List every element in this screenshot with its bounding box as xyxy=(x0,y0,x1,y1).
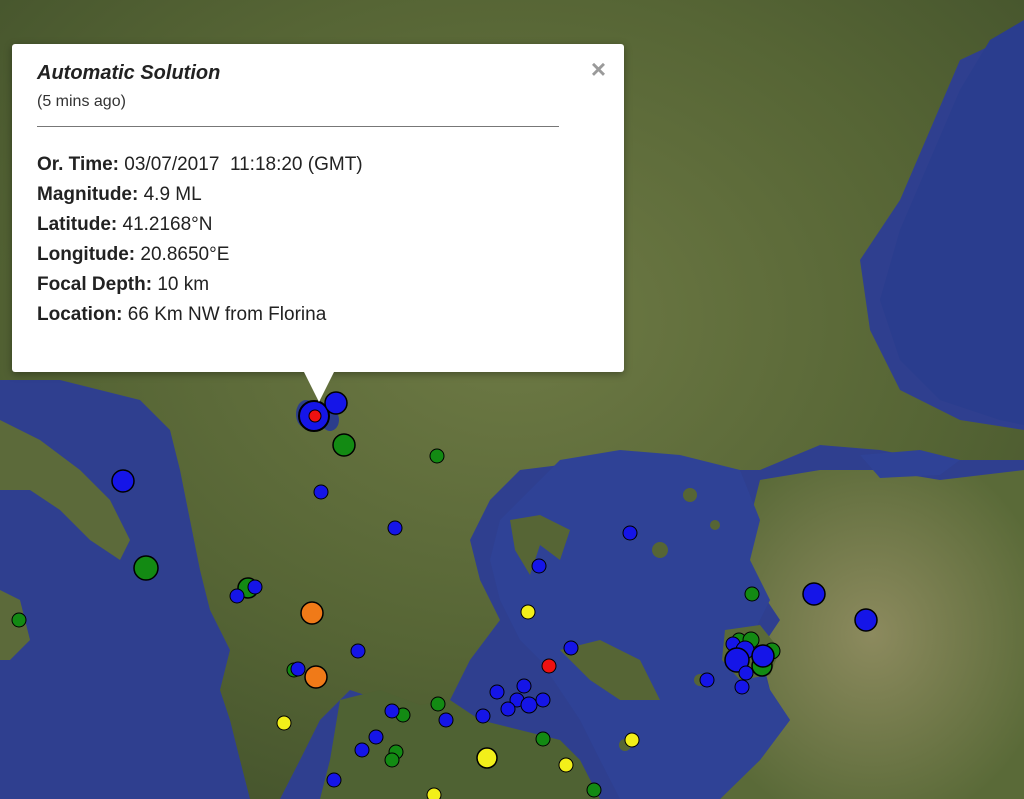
marker-yellow[interactable] xyxy=(520,604,536,620)
marker-blue[interactable] xyxy=(516,678,532,694)
marker-green[interactable] xyxy=(586,782,602,798)
marker-blue[interactable] xyxy=(384,703,400,719)
marker-yellow[interactable] xyxy=(276,715,292,731)
epicenter-marker-red[interactable] xyxy=(308,409,322,423)
marker-blue[interactable] xyxy=(535,692,551,708)
marker-blue[interactable] xyxy=(475,708,491,724)
island xyxy=(652,542,668,558)
marker-blue[interactable] xyxy=(438,712,454,728)
field-value: 03/07/2017 11:18:20 (GMT) xyxy=(119,154,363,175)
divider xyxy=(37,126,559,127)
marker-blue[interactable] xyxy=(563,640,579,656)
marker-yellow[interactable] xyxy=(476,747,498,769)
latitude-row: Latitude: 41.2168°N xyxy=(37,210,599,240)
marker-yellow[interactable] xyxy=(558,757,574,773)
marker-blue[interactable] xyxy=(751,644,775,668)
field-value: 10 km xyxy=(152,274,210,295)
marker-blue[interactable] xyxy=(111,469,135,493)
marker-green[interactable] xyxy=(430,696,446,712)
field-label: Magnitude: xyxy=(37,184,139,205)
marker-green[interactable] xyxy=(332,433,356,457)
marker-blue[interactable] xyxy=(350,643,366,659)
field-value: 20.8650°E xyxy=(135,244,230,265)
marker-blue[interactable] xyxy=(489,684,505,700)
marker-blue[interactable] xyxy=(854,608,878,632)
field-label: Location: xyxy=(37,304,123,325)
marker-blue[interactable] xyxy=(247,579,263,595)
marker-orange[interactable] xyxy=(304,665,328,689)
focal-depth-row: Focal Depth: 10 km xyxy=(37,270,599,300)
marker-blue[interactable] xyxy=(531,558,547,574)
close-icon[interactable]: × xyxy=(591,56,606,82)
info-popup: × Automatic Solution (5 mins ago) Or. Ti… xyxy=(12,44,624,402)
marker-green[interactable] xyxy=(133,555,159,581)
marker-blue[interactable] xyxy=(802,582,826,606)
longitude-row: Longitude: 20.8650°E xyxy=(37,240,599,270)
origin-time-row: Or. Time: 03/07/2017 11:18:20 (GMT) xyxy=(37,150,599,180)
marker-blue[interactable] xyxy=(734,679,750,695)
field-label: Focal Depth: xyxy=(37,274,153,295)
field-label: Latitude: xyxy=(37,214,118,235)
marker-blue[interactable] xyxy=(354,742,370,758)
marker-green[interactable] xyxy=(744,586,760,602)
marker-blue[interactable] xyxy=(229,588,245,604)
marker-blue[interactable] xyxy=(326,772,342,788)
field-label: Or. Time: xyxy=(37,154,120,175)
popup-subtitle: (5 mins ago) xyxy=(37,93,126,110)
field-value: 66 Km NW from Florina xyxy=(122,304,327,325)
field-value: 41.2168°N xyxy=(117,214,213,235)
island xyxy=(710,520,720,530)
marker-blue[interactable] xyxy=(500,701,516,717)
marker-yellow[interactable] xyxy=(426,787,442,799)
popup-title: Automatic Solution xyxy=(37,62,221,84)
marker-blue[interactable] xyxy=(290,661,306,677)
marker-red[interactable] xyxy=(541,658,557,674)
marker-green[interactable] xyxy=(429,448,445,464)
location-row: Location: 66 Km NW from Florina xyxy=(37,300,599,330)
marker-blue[interactable] xyxy=(699,672,715,688)
marker-blue[interactable] xyxy=(738,665,754,681)
marker-blue[interactable] xyxy=(387,520,403,536)
marker-green[interactable] xyxy=(535,731,551,747)
field-label: Longitude: xyxy=(37,244,136,265)
island xyxy=(683,488,697,502)
marker-blue[interactable] xyxy=(313,484,329,500)
marker-green[interactable] xyxy=(11,612,27,628)
marker-blue[interactable] xyxy=(622,525,638,541)
marker-green[interactable] xyxy=(384,752,400,768)
magnitude-row: Magnitude: 4.9 ML xyxy=(37,180,599,210)
marker-blue[interactable] xyxy=(368,729,384,745)
marker-orange[interactable] xyxy=(300,601,324,625)
marker-yellow[interactable] xyxy=(624,732,640,748)
marker-blue[interactable] xyxy=(520,696,538,714)
field-value: 4.9 ML xyxy=(138,184,202,205)
